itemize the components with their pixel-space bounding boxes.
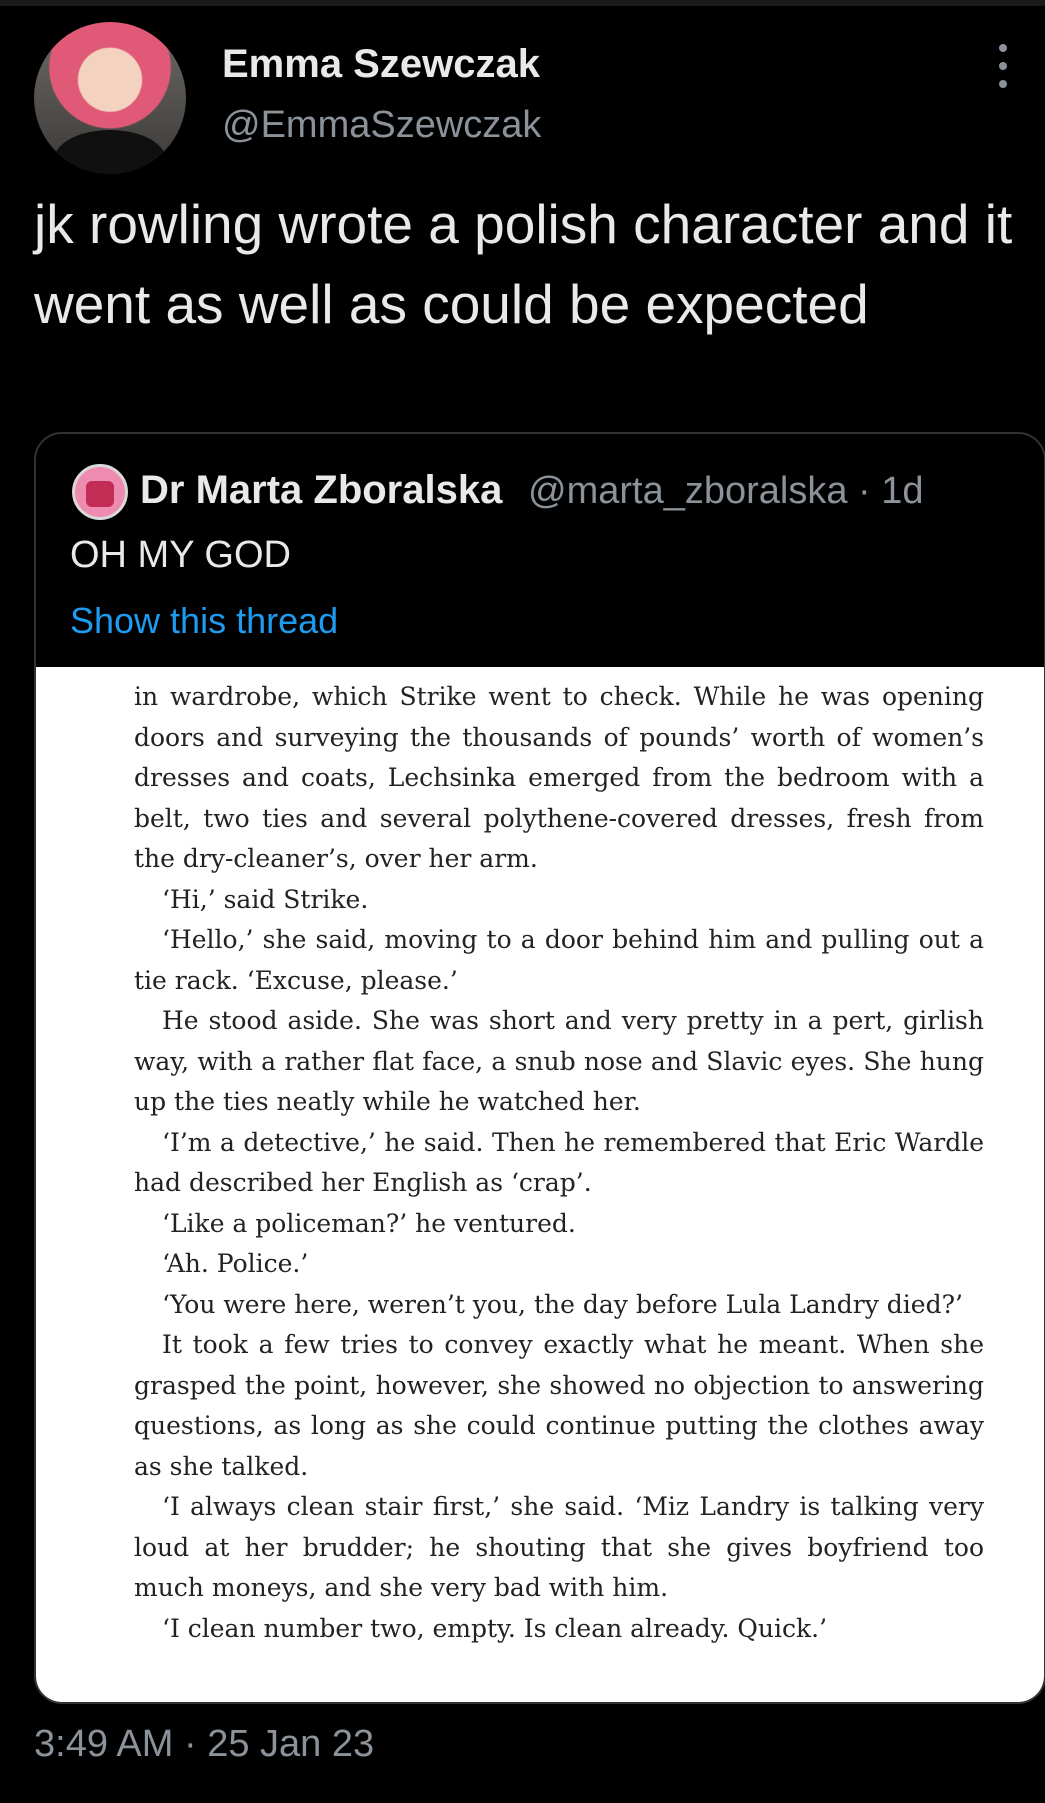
top-divider [0, 0, 1045, 6]
author-name[interactable]: Emma Szewczak [222, 42, 540, 87]
tweet-text: jk rowling wrote a polish character and … [34, 193, 1013, 335]
book-paragraph: ‘I clean number two, empty. Is clean alr… [162, 1613, 828, 1643]
avatar-shoulders [54, 130, 166, 174]
quoted-author-avatar [72, 464, 128, 520]
book-paragraph: ‘You were here, weren’t you, the day bef… [162, 1289, 963, 1319]
book-paragraph: ‘Hello,’ she said, moving to a door behi… [134, 925, 984, 995]
book-paragraph: It took a few tries to convey exactly wh… [134, 1330, 984, 1481]
tweet-header: Emma Szewczak @EmmaSzewczak [34, 22, 1014, 174]
book-page-text: in wardrobe, which Strike went to check.… [134, 677, 984, 1649]
book-paragraph: He stood aside. She was short and very p… [134, 1006, 984, 1116]
quoted-author-name: Dr Marta Zboralska [140, 468, 503, 512]
quoted-tweet-text: OH MY GOD [70, 534, 291, 576]
tweet-timestamp[interactable]: 3:49 AM · 25 Jan 23 [34, 1723, 374, 1766]
book-paragraph: in wardrobe, which Strike went to check.… [134, 682, 984, 873]
more-options-icon[interactable] [992, 44, 1014, 100]
book-paragraph: ‘Like a policeman?’ he ventured. [162, 1208, 576, 1238]
author-avatar[interactable] [34, 22, 186, 174]
book-paragraph: ‘Ah. Police.’ [162, 1249, 309, 1278]
book-paragraph: ‘I always clean stair first,’ she said. … [134, 1492, 984, 1602]
book-page-image[interactable]: in wardrobe, which Strike went to check.… [36, 667, 1044, 1702]
book-paragraph: ‘I’m a detective,’ he said. Then he reme… [134, 1127, 984, 1198]
book-paragraph: ‘Hi,’ said Strike. [162, 884, 369, 914]
show-thread-link[interactable]: Show this thread [70, 600, 338, 642]
author-handle[interactable]: @EmmaSzewczak [222, 104, 541, 147]
quoted-author-handle-time: @marta_zboralska · 1d [528, 470, 924, 512]
quoted-tweet[interactable]: Dr Marta Zboralska @marta_zboralska · 1d… [34, 432, 1045, 1704]
